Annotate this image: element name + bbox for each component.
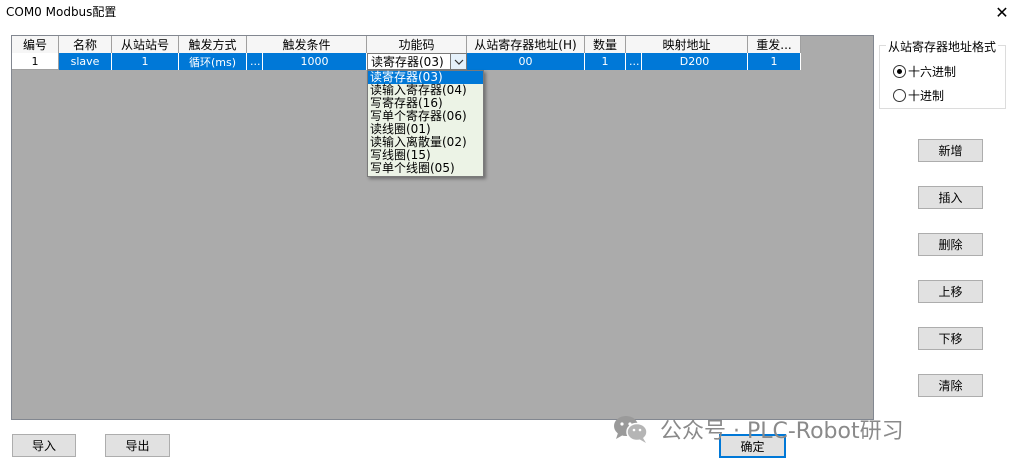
column-header-map-address[interactable]: 映射地址 — [626, 36, 748, 53]
cell-trigger-mode[interactable]: 循环(ms) — [179, 53, 247, 70]
cell-count[interactable]: 1 — [585, 53, 626, 70]
chevron-down-icon[interactable] — [450, 54, 466, 69]
window-title: COM0 Modbus配置 — [6, 5, 117, 19]
register-format-legend: 从站寄存器地址格式 — [886, 38, 999, 55]
map-ellipsis-button[interactable]: ... — [626, 53, 642, 70]
column-header-index[interactable]: 编号 — [12, 36, 59, 53]
dropdown-option-write-single-coil[interactable]: 写单个线圈(05) — [368, 162, 483, 175]
cell-index[interactable]: 1 — [12, 53, 59, 70]
radio-decimal-label: 十进制 — [908, 89, 945, 103]
cell-name[interactable]: slave — [59, 53, 112, 70]
radio-hex[interactable]: 十六进制 — [893, 63, 956, 80]
column-header-name[interactable]: 名称 — [59, 36, 112, 53]
function-code-combobox[interactable]: 读寄存器(03) — [367, 53, 467, 70]
watermark-text: 公众号 · PLC-Robot研习 — [660, 419, 904, 444]
column-header-function-code[interactable]: 功能码 — [367, 36, 467, 53]
radio-decimal[interactable]: 十进制 — [893, 87, 944, 104]
add-button[interactable]: 新增 — [918, 139, 983, 162]
trigger-ellipsis-button[interactable]: ... — [247, 53, 263, 70]
column-header-retry[interactable]: 重发... — [748, 36, 801, 53]
cell-map-address[interactable]: ... D200 — [626, 53, 748, 70]
column-header-slave-id[interactable]: 从站站号 — [112, 36, 179, 53]
close-icon: ✕ — [995, 2, 1009, 22]
function-code-value: 读寄存器(03) — [371, 55, 444, 69]
cell-retry[interactable]: 1 — [748, 53, 801, 70]
cell-register-address[interactable]: 00 — [467, 53, 585, 70]
trigger-value: 1000 — [300, 55, 329, 68]
modbus-grid[interactable]: 编号 名称 从站站号 触发方式 触发条件 功能码 从站寄存器地址(H) 数量 映… — [11, 35, 874, 420]
radio-hex-label: 十六进制 — [908, 65, 957, 79]
insert-button[interactable]: 插入 — [918, 186, 983, 209]
grid-header: 编号 名称 从站站号 触发方式 触发条件 功能码 从站寄存器地址(H) 数量 映… — [12, 36, 801, 53]
column-header-trigger-condition[interactable]: 触发条件 — [247, 36, 367, 53]
radio-hex-indicator[interactable] — [893, 65, 906, 78]
title-bar: COM0 Modbus配置 ✕ — [0, 0, 1016, 24]
cell-trigger-condition[interactable]: ... 1000 — [247, 53, 367, 70]
column-header-trigger-mode[interactable]: 触发方式 — [179, 36, 247, 53]
function-code-dropdown[interactable]: 读寄存器(03) 读输入寄存器(04) 写寄存器(16) 写单个寄存器(06) … — [367, 70, 484, 177]
move-up-button[interactable]: 上移 — [918, 280, 983, 303]
import-button[interactable]: 导入 — [12, 434, 76, 457]
column-header-register-address[interactable]: 从站寄存器地址(H) — [467, 36, 585, 53]
wechat-icon — [612, 414, 650, 444]
delete-button[interactable]: 删除 — [918, 233, 983, 256]
column-header-count[interactable]: 数量 — [585, 36, 626, 53]
watermark: 公众号 · PLC-Robot研习 — [612, 413, 904, 445]
close-button[interactable]: ✕ — [988, 0, 1016, 24]
export-button[interactable]: 导出 — [105, 434, 170, 457]
clear-button[interactable]: 清除 — [918, 374, 983, 397]
map-address-value: D200 — [679, 55, 710, 68]
radio-decimal-indicator[interactable] — [893, 89, 906, 102]
move-down-button[interactable]: 下移 — [918, 327, 983, 350]
cell-slave-id[interactable]: 1 — [112, 53, 179, 70]
